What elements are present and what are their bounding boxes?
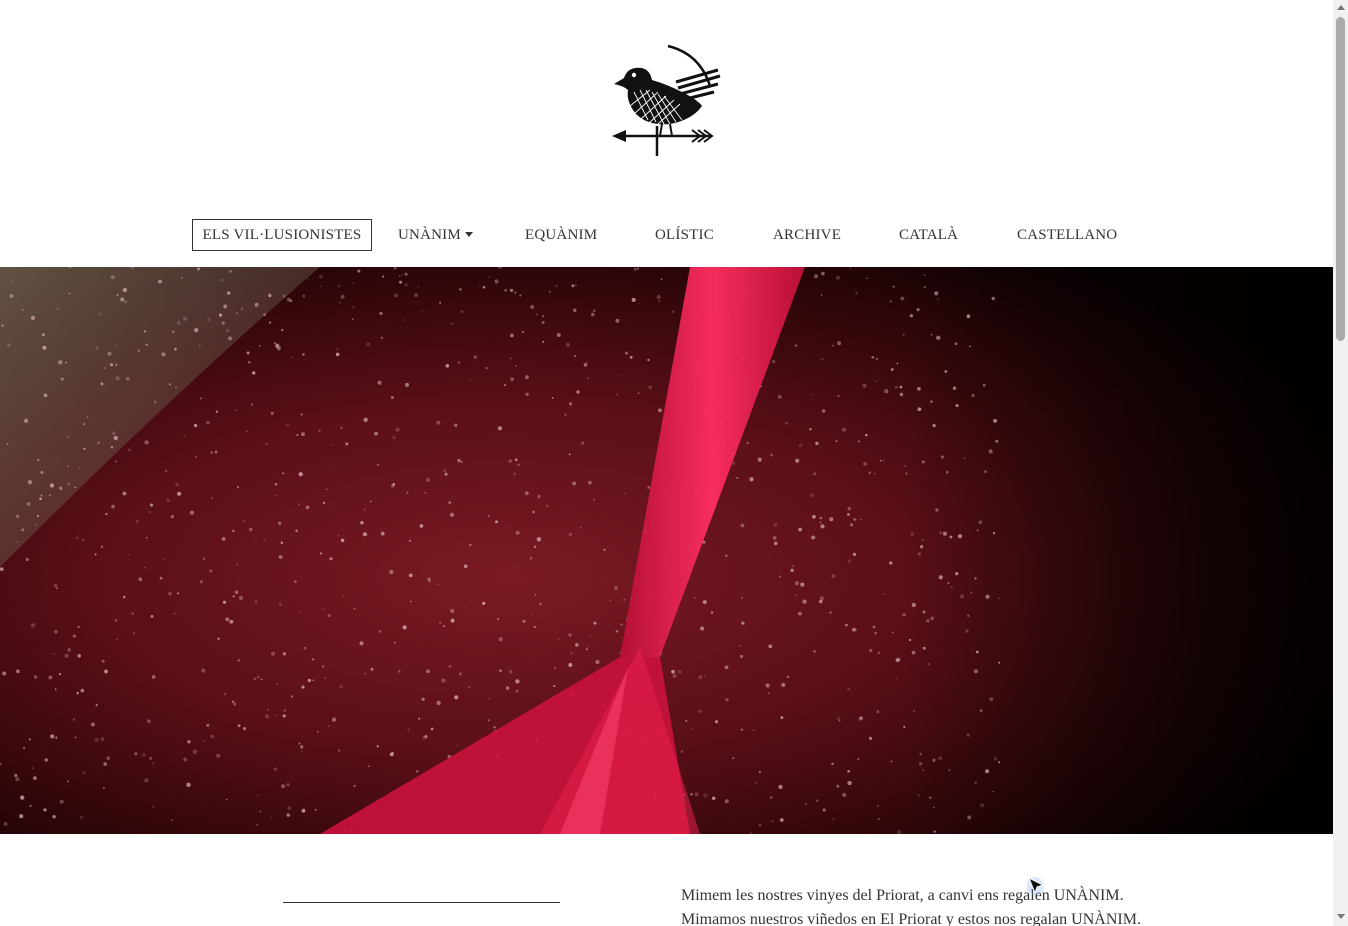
nav-item-equanim[interactable]: EQUÀNIM: [525, 219, 597, 251]
nav-item-els-vil-lusionistes[interactable]: ELS VIL·LUSIONISTES: [192, 219, 372, 251]
intro-line-catalan: Mimem les nostres vinyes del Priorat, a …: [681, 887, 1124, 904]
nav-item-archive[interactable]: ARCHIVE: [773, 219, 841, 251]
nav-item-label: ARCHIVE: [773, 227, 842, 243]
bird-weathervane-logo-icon[interactable]: [606, 40, 726, 160]
scrollbar-thumb[interactable]: [1336, 17, 1345, 341]
page: ELS VIL·LUSIONISTES UNÀNIM EQUÀNIM OLÍST…: [0, 0, 1333, 926]
nav-item-catala[interactable]: CATALÀ: [899, 219, 958, 251]
hero-image: [0, 267, 1333, 834]
mouse-cursor-icon: [1026, 876, 1049, 898]
nav-item-label: CASTELLANO: [1017, 227, 1118, 243]
nav-item-label: CATALÀ: [899, 227, 959, 243]
nav-item-label: OLÍSTIC: [655, 227, 714, 243]
main-nav: ELS VIL·LUSIONISTES UNÀNIM EQUÀNIM OLÍST…: [0, 219, 1333, 251]
intro-line-spanish: Mimamos nuestros viñedos en El Priorat y…: [681, 911, 1141, 926]
scroll-up-arrow-icon[interactable]: [1337, 5, 1345, 10]
nav-item-label: ELS VIL·LUSIONISTES: [202, 227, 362, 243]
scroll-down-arrow-icon[interactable]: [1337, 914, 1345, 919]
nav-item-label: EQUÀNIM: [525, 227, 598, 243]
nav-item-olistic[interactable]: OLÍSTIC: [655, 219, 714, 251]
section-divider: [283, 902, 560, 903]
nav-item-unanim[interactable]: UNÀNIM: [398, 219, 473, 251]
nav-item-label: UNÀNIM: [398, 227, 461, 243]
vertical-scrollbar[interactable]: [1333, 0, 1348, 926]
caret-down-icon: [464, 232, 473, 238]
nav-item-castellano[interactable]: CASTELLANO: [1017, 219, 1117, 251]
intro-text: Mimem les nostres vinyes del Priorat, a …: [681, 884, 1141, 926]
